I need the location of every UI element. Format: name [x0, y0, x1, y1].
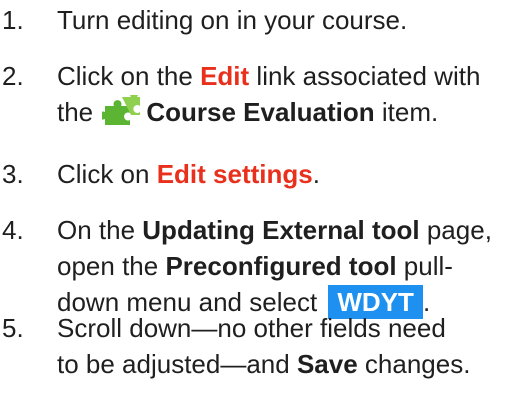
step-number: 2.	[2, 61, 24, 91]
edit-settings-label: Edit settings	[156, 159, 313, 189]
step-1: 1. Turn editing on in your course.	[0, 2, 532, 38]
instruction-list: 1. Turn editing on in your course. 2. Cl…	[0, 0, 532, 410]
step-text: Scroll down—no other fields need	[57, 313, 446, 343]
step-text: pull-	[396, 251, 453, 281]
step-text: open the	[57, 251, 166, 281]
step-text: link associated with	[249, 61, 481, 91]
step-text: Click on	[57, 159, 157, 189]
tool-name-label: Preconfigured tool	[165, 251, 397, 281]
save-label: Save	[296, 349, 358, 379]
step-text: .	[312, 159, 320, 189]
step-2: 2. Click on the Edit link associated wit…	[0, 58, 532, 130]
page-name-label: Updating External tool	[142, 215, 420, 245]
step-4: 4. On the Updating External tool page, o…	[0, 212, 532, 320]
step-3: 3. Click on Edit settings.	[0, 156, 532, 192]
step-text: On the	[57, 215, 143, 245]
course-evaluation-label: Course Evaluation	[146, 97, 375, 127]
step-text: Click on the	[57, 61, 201, 91]
step-number: 5.	[2, 313, 24, 343]
step-5: 5. Scroll down—no other fields need to b…	[0, 310, 532, 382]
step-text: page,	[419, 215, 492, 245]
step-text: changes.	[357, 349, 471, 379]
step-text: the	[57, 97, 101, 127]
puzzle-piece-icon	[102, 95, 141, 125]
step-text: item.	[374, 97, 439, 127]
edit-link-label: Edit	[200, 61, 250, 91]
step-number: 4.	[2, 215, 24, 245]
step-number: 3.	[2, 159, 24, 189]
step-text: Turn editing on in your course.	[57, 5, 408, 35]
step-text: to be adjusted—and	[57, 349, 297, 379]
step-number: 1.	[2, 5, 24, 35]
